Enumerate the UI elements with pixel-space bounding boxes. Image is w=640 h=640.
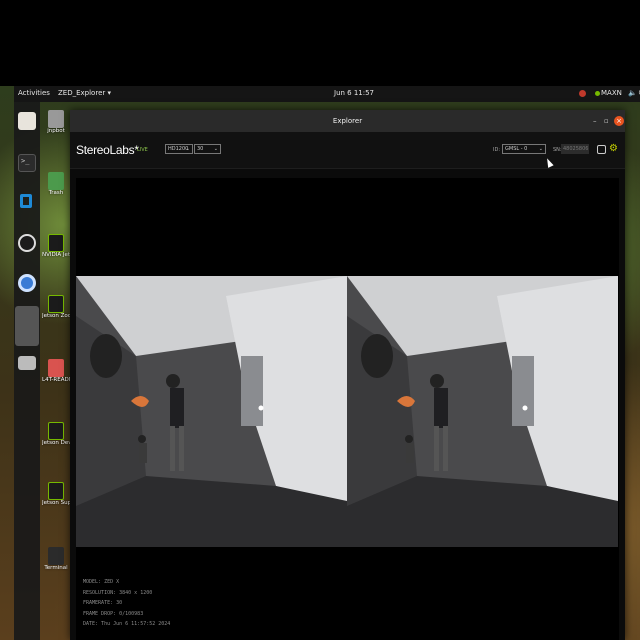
nvidia-tray-icon[interactable] xyxy=(579,90,586,97)
desktop-icon-home[interactable]: jnpbot xyxy=(42,110,70,135)
desktop-icon-label: Jetson Developer Z xyxy=(42,440,70,446)
dock xyxy=(14,102,40,640)
settings-gear-icon[interactable]: ⚙ xyxy=(609,144,618,154)
nvidia-icon xyxy=(48,482,64,500)
app-toolbar: StereoLabs* LIVE HD1200 ⌄ 30 ⌄ ID: GMSL … xyxy=(70,132,625,169)
vscode-icon[interactable] xyxy=(18,193,36,211)
terminal-icon[interactable] xyxy=(18,154,36,172)
system-menu-icons[interactable]: 🔈⏻ xyxy=(628,89,640,98)
fps-select[interactable]: 30 ⌄ xyxy=(194,144,221,154)
left-camera-frame xyxy=(76,276,347,547)
desktop-icon-forums[interactable]: Jetson Support Forums xyxy=(42,482,70,507)
stereo-viewer xyxy=(76,178,619,640)
camera-info-overlay: MODEL: ZED X RESOLUTION: 3840 x 1200 FRA… xyxy=(83,577,170,630)
app-menu[interactable]: ZED_Explorer ▾ xyxy=(58,89,111,97)
right-camera-frame xyxy=(347,276,618,547)
screen-border xyxy=(0,0,640,86)
power-mode-label[interactable]: MAXN xyxy=(601,89,622,97)
desktop-icon-devzone[interactable]: Jetson Developer Z xyxy=(42,422,70,447)
desktop-icon-label: Trash xyxy=(48,190,64,196)
desktop-icon-label: L4T-README xyxy=(42,377,70,383)
nvidia-icon xyxy=(48,295,64,313)
files-icon[interactable] xyxy=(18,112,36,130)
power-mode-icon xyxy=(595,91,600,96)
desktop-icon-label: Terminal xyxy=(44,565,68,571)
nvidia-icon xyxy=(48,234,64,252)
desktop-icon-terminal[interactable]: Terminal xyxy=(42,547,70,572)
desktop-icon-readme[interactable]: L4T-README xyxy=(42,359,70,384)
info-frame-drop: FRAME DROP: 0/100983 xyxy=(83,610,144,617)
trash-icon xyxy=(48,172,64,190)
camera-id-value: GMSL - 0 xyxy=(505,146,528,152)
chevron-down-icon: ⌄ xyxy=(185,146,190,152)
camera-id-select[interactable]: GMSL - 0 ⌄ xyxy=(502,144,546,154)
activities-button[interactable]: Activities xyxy=(18,89,50,97)
desktop-icon-label: jnpbot xyxy=(47,128,65,134)
folder-icon xyxy=(48,110,64,128)
terminal-icon xyxy=(48,547,64,565)
chevron-down-icon: ⌄ xyxy=(538,146,543,152)
system-topbar: Activities ZED_Explorer ▾ Jun 6 11:57 MA… xyxy=(14,86,640,102)
maximize-icon[interactable]: ▫ xyxy=(604,117,609,125)
window-title: Explorer xyxy=(332,117,363,125)
chromium-icon[interactable] xyxy=(18,274,36,292)
explorer-window: Explorer – ▫ × StereoLabs* LIVE HD1200 ⌄… xyxy=(70,110,625,640)
camera-icon[interactable] xyxy=(597,145,606,154)
window-titlebar[interactable]: Explorer – ▫ × xyxy=(70,110,625,132)
fps-value: 30 xyxy=(197,146,204,152)
info-framerate: FRAMERATE: 30 xyxy=(83,600,123,606)
info-date: DATE: Thu Jun 6 11:57:52 2024 xyxy=(83,621,171,627)
clock[interactable]: Jun 6 11:57 xyxy=(334,89,374,97)
live-badge: LIVE xyxy=(137,147,148,153)
serial-number-field: 48025806 xyxy=(561,144,589,154)
close-icon[interactable]: × xyxy=(614,116,624,126)
nvidia-icon xyxy=(48,422,64,440)
desktop-icon-community[interactable]: NVIDIA Jetson Community P xyxy=(42,234,70,259)
chevron-down-icon: ⌄ xyxy=(213,146,218,152)
desktop-icon-label: Jetson Zoo xyxy=(42,313,70,319)
desktop-icon-label: Jetson Support Forums xyxy=(42,500,70,506)
obs-icon[interactable] xyxy=(18,234,36,252)
info-model: MODEL: ZED X xyxy=(83,579,120,585)
disk-icon[interactable] xyxy=(18,356,36,370)
resolution-select[interactable]: HD1200 ⌄ xyxy=(165,144,193,154)
desktop-icon-trash[interactable]: Trash xyxy=(42,172,70,197)
drive-icon xyxy=(48,359,64,377)
brand-logo: StereoLabs* xyxy=(76,143,139,157)
desktop-icon-zoo[interactable]: Jetson Zoo xyxy=(42,295,70,320)
info-resolution: RESOLUTION: 3840 x 1200 xyxy=(83,589,153,596)
camera-id-label: ID: xyxy=(493,147,501,153)
desktop-icon-label: NVIDIA Jetson Community P xyxy=(42,252,70,258)
minimize-icon[interactable]: – xyxy=(593,117,597,125)
active-app-icon[interactable] xyxy=(15,306,39,346)
